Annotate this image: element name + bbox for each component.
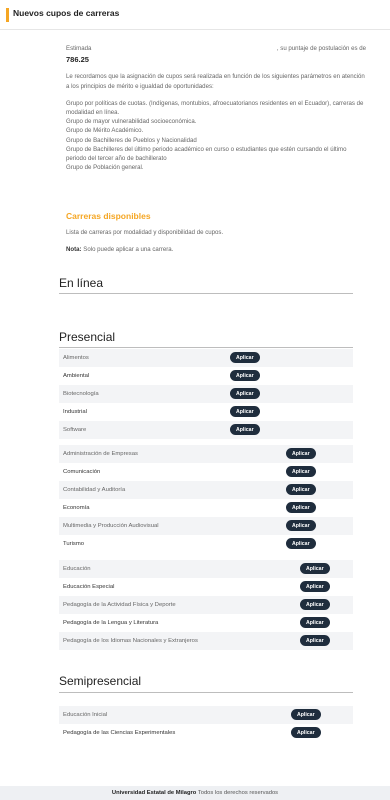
apply-button[interactable]: Aplicar bbox=[230, 370, 260, 381]
footer-org: Universidad Estatal de Milagro bbox=[111, 790, 197, 796]
table-row: Biotecnología Aplicar bbox=[59, 385, 353, 403]
career-name: Pedagogía de la Lengua y Literatura bbox=[63, 620, 159, 626]
group-item: Grupo por políticas de cuotas. (Indígena… bbox=[66, 99, 364, 117]
apply-button[interactable]: Aplicar bbox=[286, 448, 316, 459]
career-name: Educación Especial bbox=[63, 584, 115, 590]
career-name: Biotecnología bbox=[63, 391, 99, 397]
apply-button[interactable]: Aplicar bbox=[291, 709, 321, 720]
apply-button[interactable]: Aplicar bbox=[286, 520, 316, 531]
apply-button[interactable]: Aplicar bbox=[286, 484, 316, 495]
presencial-group-3-table: Educación Aplicar Educación Especial Aplic… bbox=[59, 560, 353, 650]
career-name: Economía bbox=[63, 505, 90, 511]
score-prefix-text: , su puntaje de postulación es de bbox=[276, 45, 366, 52]
apply-button[interactable]: Aplicar bbox=[300, 635, 330, 646]
semipresencial-table: Educación Inicial Aplicar Pedagogía de la… bbox=[59, 706, 353, 742]
career-name: Ambiental bbox=[63, 373, 90, 379]
careers-description: Lista de carreras por modalidad y dispon… bbox=[66, 229, 224, 236]
apply-button[interactable]: Aplicar bbox=[300, 581, 330, 592]
modality-divider bbox=[59, 692, 353, 693]
career-name: Educación bbox=[63, 566, 91, 572]
presencial-group-1-table: Alimentos Aplicar Ambiental Aplicar Biotec… bbox=[59, 349, 353, 439]
apply-button[interactable]: Aplicar bbox=[286, 538, 316, 549]
table-row: Pedagogía de las Ciencias Experimentales… bbox=[59, 724, 353, 742]
table-row: Administración de Empresas Aplicar bbox=[59, 445, 353, 463]
apply-button[interactable]: Aplicar bbox=[300, 599, 330, 610]
table-row: Pedagogía de la Lengua y Literatura Aplic… bbox=[59, 614, 353, 632]
table-row: Industrial Aplicar bbox=[59, 403, 353, 421]
modality-title-presencial: Presencial bbox=[59, 330, 116, 344]
table-row: Pedagogía de los Idiomas Nacionales y Ex… bbox=[59, 632, 353, 650]
apply-button[interactable]: Aplicar bbox=[230, 352, 260, 363]
table-row: Educación Inicial Aplicar bbox=[59, 706, 353, 724]
header-accent-bar bbox=[6, 8, 9, 22]
career-name: Contabilidad y Auditoría bbox=[63, 487, 126, 493]
careers-section-title: Carreras disponibles bbox=[66, 211, 151, 221]
career-name: Administración de Empresas bbox=[63, 451, 138, 457]
career-name: Pedagogía de la Actividad Física y Depor… bbox=[63, 602, 176, 608]
apply-button[interactable]: Aplicar bbox=[230, 406, 260, 417]
header-divider bbox=[0, 29, 390, 30]
career-name: Pedagogía de los Idiomas Nacionales y Ex… bbox=[63, 638, 198, 644]
greeting-text: Estimada bbox=[66, 45, 92, 52]
modality-title-semipresencial: Semipresencial bbox=[59, 674, 142, 688]
footer-rights: Todos los derechos reservados bbox=[196, 790, 279, 796]
career-name: Multimedia y Producción Audiovisual bbox=[63, 523, 159, 529]
page-header: Nuevos cupos de carreras bbox=[0, 0, 390, 30]
application-score: 786.25 bbox=[66, 55, 89, 65]
group-item: Grupo de Bachilleres del último periodo … bbox=[66, 145, 347, 163]
career-name: Comunicación bbox=[63, 469, 101, 475]
group-item: Grupo de Mérito Académico. bbox=[66, 127, 144, 135]
apply-button[interactable]: Aplicar bbox=[300, 563, 330, 574]
modality-divider bbox=[59, 347, 353, 348]
intro-paragraph: Le recordamos que la asignación de cupos… bbox=[66, 73, 365, 90]
note-label: Nota: bbox=[66, 246, 82, 253]
apply-button[interactable]: Aplicar bbox=[286, 466, 316, 477]
table-row: Software Aplicar bbox=[59, 421, 353, 439]
apply-button[interactable]: Aplicar bbox=[286, 502, 316, 513]
modality-divider bbox=[59, 293, 353, 294]
table-row: Educación Especial Aplicar bbox=[59, 578, 353, 596]
intro-section: Estimada , su puntaje de postulación es … bbox=[66, 44, 366, 172]
apply-button[interactable]: Aplicar bbox=[291, 727, 321, 738]
note-text: Solo puede aplicar a una carrera. bbox=[81, 246, 174, 253]
careers-note: Nota: Solo puede aplicar a una carrera. bbox=[66, 246, 173, 253]
table-row: Contabilidad y Auditoría Aplicar bbox=[59, 481, 353, 499]
modality-title-online: En línea bbox=[59, 276, 104, 290]
apply-button[interactable]: Aplicar bbox=[300, 617, 330, 628]
table-row: Comunicación Aplicar bbox=[59, 463, 353, 481]
group-item: Grupo de Población general. bbox=[66, 164, 144, 172]
groups-list: Grupo por políticas de cuotas. (Indígena… bbox=[66, 99, 366, 173]
group-item: Grupo de Bachilleres de Pueblos y Nacion… bbox=[66, 136, 197, 144]
table-row: Ambiental Aplicar bbox=[59, 367, 353, 385]
apply-button[interactable]: Aplicar bbox=[230, 424, 260, 435]
page-footer: Universidad Estatal de Milagro Todos los… bbox=[0, 786, 390, 800]
group-item: Grupo de mayor vulnerabilidad socioeconó… bbox=[66, 118, 197, 126]
table-row: Alimentos Aplicar bbox=[59, 349, 353, 367]
page-title: Nuevos cupos de carreras bbox=[13, 8, 120, 18]
career-name: Educación Inicial bbox=[63, 712, 108, 718]
apply-button[interactable]: Aplicar bbox=[230, 388, 260, 399]
career-name: Turismo bbox=[63, 541, 85, 547]
presencial-group-2-table: Administración de Empresas Aplicar Comuni… bbox=[59, 445, 353, 553]
table-row: Turismo Aplicar bbox=[59, 535, 353, 553]
table-row: Multimedia y Producción Audiovisual Aplic… bbox=[59, 517, 353, 535]
career-name: Alimentos bbox=[63, 355, 89, 361]
career-name: Pedagogía de las Ciencias Experimentales bbox=[63, 730, 176, 736]
career-name: Software bbox=[63, 427, 87, 433]
table-row: Economía Aplicar bbox=[59, 499, 353, 517]
table-row: Pedagogía de la Actividad Física y Depor… bbox=[59, 596, 353, 614]
table-row: Educación Aplicar bbox=[59, 560, 353, 578]
career-name: Industrial bbox=[63, 409, 87, 415]
